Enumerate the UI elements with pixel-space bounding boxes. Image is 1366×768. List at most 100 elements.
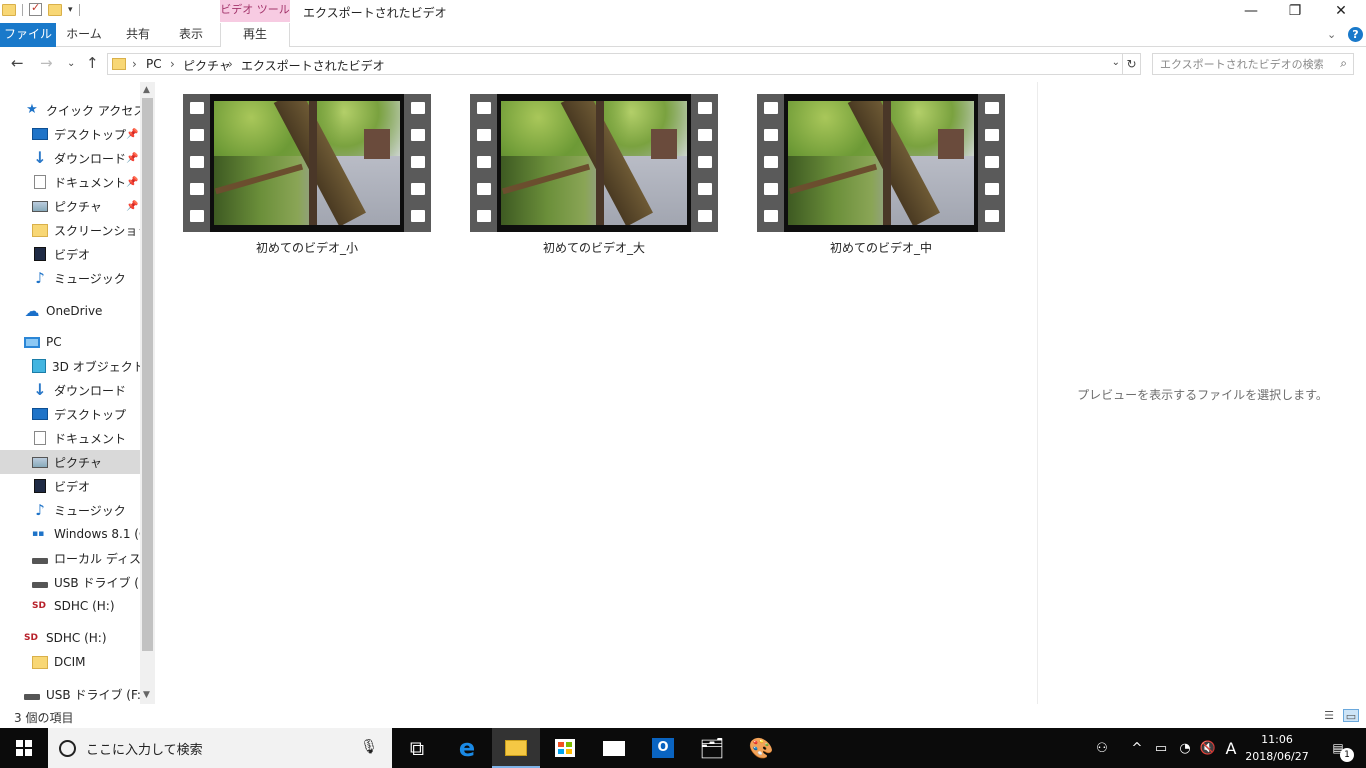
breadcrumb-pc[interactable]: PC xyxy=(146,57,162,71)
pin-icon: 📌 xyxy=(126,152,139,164)
sidebar-item-drive-h[interactable]: SD SDHC (H:) xyxy=(0,594,140,618)
action-center-button[interactable]: ▤ 1 xyxy=(1318,728,1358,768)
document-icon xyxy=(34,431,46,445)
wifi-icon[interactable]: ◔ xyxy=(1174,728,1196,768)
expand-ribbon-icon[interactable]: ⌄ xyxy=(1327,28,1336,41)
sidebar-item-label: ダウンロード xyxy=(54,383,127,398)
tab-play[interactable]: 再生 xyxy=(220,23,290,47)
mail-icon[interactable] xyxy=(590,728,638,768)
sidebar-item-label: USB ドライブ (F:) xyxy=(46,687,140,702)
edge-icon[interactable]: e xyxy=(443,728,491,768)
breadcrumb-pictures[interactable]: ピクチャ xyxy=(183,57,231,74)
sidebar-item-downloads[interactable]: ↓ ダウンロード 📌 xyxy=(0,146,140,170)
breadcrumb-exported-videos[interactable]: エクスポートされたビデオ xyxy=(241,57,385,74)
recent-locations-icon[interactable]: ⌄ xyxy=(67,58,75,69)
microphone-icon[interactable]: 🎙 xyxy=(360,739,378,755)
tab-home[interactable]: ホーム xyxy=(56,23,112,47)
thumbnail-image xyxy=(788,101,974,225)
photos-app-icon[interactable]: 🗂 xyxy=(688,728,736,768)
tab-view[interactable]: 表示 xyxy=(164,23,218,47)
sidebar-item-pc-desktop[interactable]: デスクトップ xyxy=(0,402,140,426)
download-icon: ↓ xyxy=(33,148,47,167)
sidebar-item-drive-d[interactable]: ローカル ディスク (D xyxy=(0,546,140,570)
sidebar-item-pc-downloads[interactable]: ↓ ダウンロード xyxy=(0,378,140,402)
close-button[interactable]: ✕ xyxy=(1318,0,1364,24)
sidebar-item-3d-objects[interactable]: 3D オブジェクト xyxy=(0,354,140,378)
cortana-icon xyxy=(59,739,76,757)
tab-file[interactable]: ファイル xyxy=(0,23,56,47)
file-explorer-icon[interactable] xyxy=(492,728,540,768)
breadcrumb-separator[interactable]: › xyxy=(228,57,233,71)
search-icon[interactable]: ⌕ xyxy=(1340,56,1347,71)
film-strip xyxy=(691,94,718,232)
file-item[interactable]: 初めてのビデオ_小 xyxy=(169,94,431,269)
sidebar-item-drive-c[interactable]: ▪▪ Windows 8.1 (C:) xyxy=(0,522,140,546)
sidebar-item-pictures[interactable]: ピクチャ 📌 xyxy=(0,194,140,218)
sidebar-item-usb[interactable]: USB ドライブ (F:) xyxy=(0,682,140,704)
address-bar[interactable]: › PC › ピクチャ › エクスポートされたビデオ ⌄ xyxy=(107,53,1123,75)
sidebar-scrollbar[interactable]: ▲ ▼ xyxy=(140,82,155,704)
sidebar-item-pc[interactable]: PC xyxy=(0,330,140,354)
restore-button[interactable]: ❐ xyxy=(1272,0,1318,24)
search-box[interactable]: ⌕ xyxy=(1152,53,1354,75)
sidebar-item-pc-documents[interactable]: ドキュメント xyxy=(0,426,140,450)
sidebar-item-quick-access[interactable]: ★ クイック アクセス xyxy=(0,98,140,122)
sidebar-item-label: ピクチャ xyxy=(54,199,102,214)
sidebar-item-drive-f[interactable]: USB ドライブ (F:) xyxy=(0,570,140,594)
start-button[interactable] xyxy=(0,728,48,768)
outlook-icon[interactable]: O xyxy=(639,728,687,768)
divider xyxy=(22,3,23,16)
breadcrumb-separator[interactable]: › xyxy=(132,57,137,71)
scroll-up-icon[interactable]: ▲ xyxy=(143,85,150,95)
sidebar-item-screenshots[interactable]: スクリーンショット xyxy=(0,218,140,242)
refresh-icon[interactable]: ↻ xyxy=(1123,53,1141,75)
ime-indicator[interactable]: A xyxy=(1220,728,1242,768)
file-item[interactable]: 初めてのビデオ_中 xyxy=(743,94,1005,269)
volume-muted-icon[interactable]: 🔇 xyxy=(1197,728,1219,768)
sidebar-item-dcim[interactable]: DCIM xyxy=(0,650,140,674)
windows-logo-icon xyxy=(16,740,32,756)
customize-dropdown-icon[interactable]: ▾ xyxy=(68,5,73,15)
sidebar-item-pc-pictures[interactable]: ピクチャ xyxy=(0,450,140,474)
sidebar-item-pc-videos[interactable]: ビデオ xyxy=(0,474,140,498)
sidebar-item-label: クイック アクセス xyxy=(46,103,140,118)
search-input[interactable] xyxy=(1153,54,1323,74)
sidebar-item-desktop[interactable]: デスクトップ 📌 xyxy=(0,122,140,146)
up-arrow-icon[interactable]: ↑ xyxy=(86,54,99,72)
properties-icon[interactable] xyxy=(29,1,42,16)
back-arrow-icon[interactable]: ← xyxy=(11,54,24,72)
clock[interactable]: 11:06 2018/06/27 xyxy=(1244,731,1310,765)
context-tab-group-video-tools: ビデオ ツール xyxy=(220,0,290,22)
details-view-icon[interactable]: ☰ xyxy=(1321,709,1337,722)
minimize-button[interactable]: — xyxy=(1228,0,1274,24)
pictures-icon xyxy=(32,456,48,468)
scrollbar-thumb[interactable] xyxy=(142,98,153,651)
sidebar-item-documents[interactable]: ドキュメント 📌 xyxy=(0,170,140,194)
tab-share[interactable]: 共有 xyxy=(112,23,164,47)
people-icon[interactable]: ⚇ xyxy=(1090,728,1114,768)
sidebar-item-sdhc[interactable]: SD SDHC (H:) xyxy=(0,626,140,650)
sidebar-item-videos[interactable]: ビデオ xyxy=(0,242,140,266)
help-icon[interactable]: ? xyxy=(1348,27,1363,42)
task-view-icon[interactable]: ⧉ xyxy=(393,728,441,768)
taskbar-search-box[interactable]: ここに入力して検索 🎙 xyxy=(48,728,392,768)
battery-icon[interactable]: ▭ xyxy=(1150,728,1172,768)
file-item[interactable]: 初めてのビデオ_大 xyxy=(456,94,718,269)
sidebar-item-pc-music[interactable]: ♪ ミュージック xyxy=(0,498,140,522)
new-folder-icon[interactable] xyxy=(48,3,62,16)
drive-icon xyxy=(32,558,48,564)
folder-icon xyxy=(2,3,16,16)
breadcrumb-separator[interactable]: › xyxy=(170,57,175,71)
address-dropdown-icon[interactable]: ⌄ xyxy=(1112,57,1120,68)
sidebar-item-music[interactable]: ♪ ミュージック xyxy=(0,266,140,290)
scroll-down-icon[interactable]: ▼ xyxy=(143,690,150,700)
store-icon[interactable] xyxy=(541,728,589,768)
sidebar-item-onedrive[interactable]: ☁ OneDrive xyxy=(0,299,140,323)
sidebar-item-label: デスクトップ xyxy=(54,407,127,422)
show-hidden-icons-icon[interactable]: ^ xyxy=(1126,728,1148,768)
large-icons-view-icon[interactable]: ▭ xyxy=(1343,709,1359,723)
item-count: 3 個の項目 xyxy=(14,711,74,725)
forward-arrow-icon[interactable]: → xyxy=(40,54,53,72)
paint-app-icon[interactable]: 🎨 xyxy=(737,728,785,768)
file-name: 初めてのビデオ_小 xyxy=(255,241,358,255)
